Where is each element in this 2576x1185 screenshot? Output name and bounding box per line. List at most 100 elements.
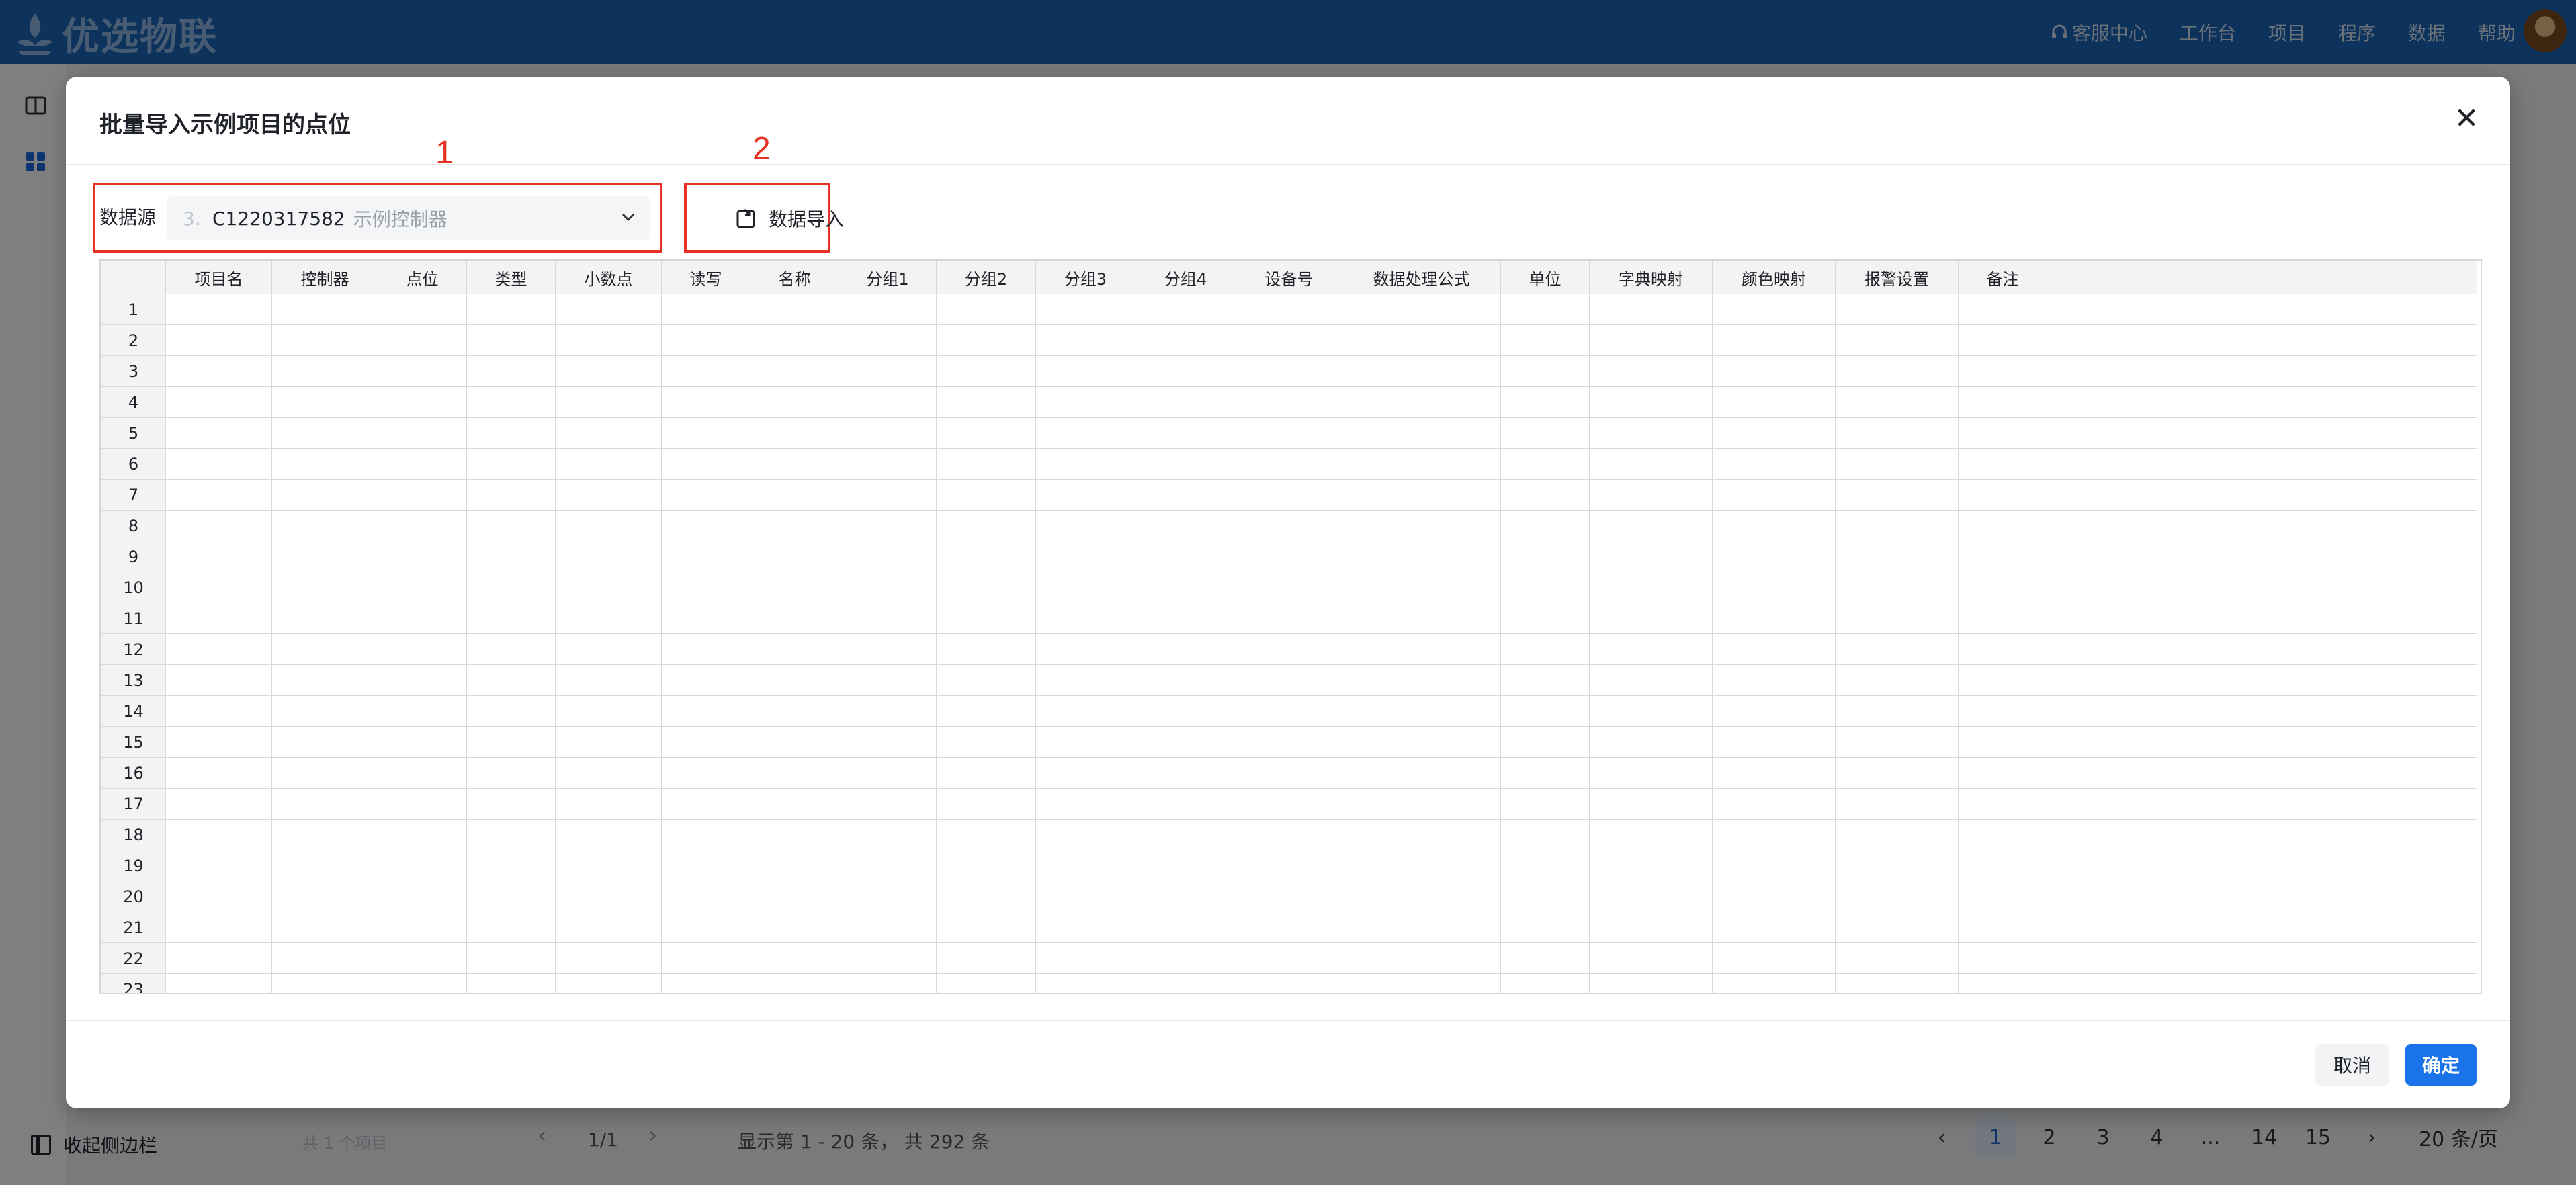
table-cell[interactable] — [378, 479, 467, 511]
table-cell[interactable] — [2047, 479, 2477, 511]
table-cell[interactable] — [1835, 448, 1959, 480]
table-cell[interactable] — [839, 541, 937, 572]
table-cell[interactable] — [1589, 324, 1713, 356]
table-cell[interactable] — [1589, 510, 1713, 541]
table-cell[interactable] — [1589, 942, 1713, 974]
table-cell[interactable] — [1835, 355, 1959, 387]
table-cell[interactable] — [165, 664, 272, 696]
table-cell[interactable] — [936, 510, 1036, 541]
table-cell[interactable] — [1035, 942, 1135, 974]
table-cell[interactable] — [1342, 417, 1501, 449]
table-cell[interactable] — [466, 819, 556, 850]
table-cell[interactable] — [271, 324, 378, 356]
table-cell[interactable] — [1712, 973, 1836, 993]
table-cell[interactable] — [1236, 633, 1342, 665]
table-cell[interactable] — [936, 603, 1036, 634]
table-cell[interactable] — [1500, 417, 1590, 449]
table-cell[interactable] — [1589, 633, 1713, 665]
table-cell[interactable] — [1500, 510, 1590, 541]
table-cell[interactable] — [1712, 633, 1836, 665]
table-cell[interactable] — [936, 572, 1036, 603]
table-cell[interactable] — [750, 510, 839, 541]
table-cell[interactable] — [165, 819, 272, 850]
table-cell[interactable] — [165, 386, 272, 418]
table-cell[interactable] — [2047, 386, 2477, 418]
table-cell[interactable] — [661, 664, 750, 696]
table-cell[interactable] — [378, 695, 467, 727]
table-cell[interactable] — [936, 448, 1036, 480]
table-cell[interactable] — [378, 788, 467, 820]
table-cell[interactable] — [2047, 788, 2477, 820]
table-cell[interactable] — [378, 664, 467, 696]
table-cell[interactable] — [165, 912, 272, 943]
table-cell[interactable] — [661, 695, 750, 727]
table-cell[interactable] — [839, 850, 937, 881]
table-cell[interactable] — [1035, 912, 1135, 943]
table-cell[interactable] — [1035, 819, 1135, 850]
table-cell[interactable] — [1342, 386, 1501, 418]
table-cell[interactable] — [1958, 355, 2047, 387]
table-cell[interactable] — [750, 448, 839, 480]
table-cell[interactable] — [165, 633, 272, 665]
table-cell[interactable] — [2047, 664, 2477, 696]
column-header[interactable]: 控制器 — [271, 261, 378, 294]
table-cell[interactable] — [555, 324, 662, 356]
table-cell[interactable] — [936, 355, 1036, 387]
table-cell[interactable] — [1589, 541, 1713, 572]
table-cell[interactable] — [1958, 664, 2047, 696]
table-cell[interactable] — [1712, 417, 1836, 449]
table-cell[interactable] — [1712, 510, 1836, 541]
table-cell[interactable] — [750, 417, 839, 449]
table-cell[interactable] — [378, 448, 467, 480]
table-cell[interactable] — [839, 788, 937, 820]
table-cell[interactable] — [1135, 695, 1236, 727]
table-cell[interactable] — [1958, 417, 2047, 449]
column-header[interactable] — [2047, 261, 2477, 294]
table-cell[interactable] — [466, 788, 556, 820]
table-cell[interactable] — [1035, 572, 1135, 603]
table-cell[interactable] — [271, 942, 378, 974]
table-cell[interactable] — [378, 912, 467, 943]
table-cell[interactable] — [1589, 448, 1713, 480]
table-cell[interactable] — [466, 881, 556, 912]
table-cell[interactable] — [1500, 386, 1590, 418]
table-cell[interactable] — [936, 942, 1036, 974]
table-cell[interactable] — [1712, 355, 1836, 387]
table-cell[interactable] — [1958, 541, 2047, 572]
row-number[interactable]: 3 — [101, 355, 166, 387]
table-cell[interactable] — [378, 603, 467, 634]
table-cell[interactable] — [661, 355, 750, 387]
table-cell[interactable] — [271, 417, 378, 449]
table-cell[interactable] — [1712, 664, 1836, 696]
table-cell[interactable] — [165, 881, 272, 912]
table-cell[interactable] — [2047, 324, 2477, 356]
table-cell[interactable] — [1712, 942, 1836, 974]
table-cell[interactable] — [1835, 386, 1959, 418]
table-cell[interactable] — [1835, 572, 1959, 603]
table-cell[interactable] — [661, 541, 750, 572]
table-cell[interactable] — [936, 912, 1036, 943]
table-cell[interactable] — [1500, 881, 1590, 912]
column-header[interactable]: 字典映射 — [1589, 261, 1713, 294]
table-cell[interactable] — [271, 912, 378, 943]
table-cell[interactable] — [1236, 695, 1342, 727]
table-cell[interactable] — [1835, 695, 1959, 727]
table-cell[interactable] — [555, 881, 662, 912]
table-cell[interactable] — [1342, 479, 1501, 511]
table-cell[interactable] — [1135, 479, 1236, 511]
table-cell[interactable] — [661, 912, 750, 943]
table-cell[interactable] — [1589, 386, 1713, 418]
column-header[interactable]: 名称 — [750, 261, 839, 294]
table-cell[interactable] — [1342, 355, 1501, 387]
row-number[interactable]: 14 — [101, 695, 166, 727]
table-cell[interactable] — [271, 572, 378, 603]
table-cell[interactable] — [1135, 386, 1236, 418]
table-cell[interactable] — [936, 695, 1036, 727]
table-cell[interactable] — [378, 324, 467, 356]
table-cell[interactable] — [1835, 479, 1959, 511]
row-number[interactable]: 20 — [101, 881, 166, 912]
row-number[interactable]: 18 — [101, 819, 166, 850]
column-header[interactable]: 项目名 — [165, 261, 272, 294]
table-cell[interactable] — [1035, 294, 1135, 325]
table-cell[interactable] — [661, 386, 750, 418]
